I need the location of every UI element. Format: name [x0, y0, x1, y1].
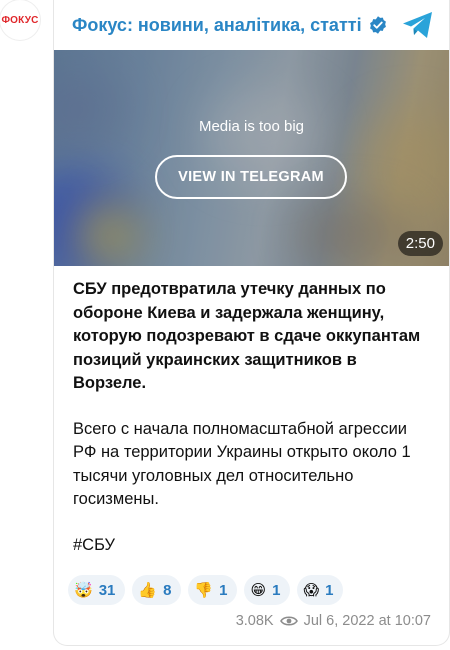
video-preview[interactable]: Media is too big VIEW IN TELEGRAM 2:50	[54, 50, 449, 266]
post-body: Всего с начала полномасштабной агрессии …	[73, 419, 411, 509]
post-hashtag[interactable]: #СБУ	[73, 534, 429, 558]
reaction-screaming-face[interactable]: 😱 1	[297, 575, 344, 605]
channel-title[interactable]: Фокус: новини, аналітика, статті	[72, 15, 388, 36]
post-text: СБУ предотвратила утечку данных по оборо…	[54, 266, 449, 557]
grinning-face-icon: 😁	[250, 580, 267, 599]
view-in-telegram-button[interactable]: VIEW IN TELEGRAM	[155, 155, 347, 199]
exploding-head-icon: 🤯	[74, 580, 93, 599]
view-count: 3.08K	[235, 613, 274, 629]
media-too-big-notice: Media is too big	[198, 118, 305, 135]
reaction-grinning-face[interactable]: 😁 1	[244, 575, 291, 605]
reaction-count: 1	[219, 581, 228, 599]
reaction-count: 1	[325, 581, 334, 599]
reactions-bar: 🤯 31 👍 8 👎 1 😁 1 😱 1	[68, 575, 344, 605]
eye-icon	[279, 615, 298, 627]
post-header: Фокус: новини, аналітика, статті	[54, 0, 449, 50]
verified-badge-icon	[368, 15, 388, 35]
avatar-logo-text: ФОКУС	[1, 14, 39, 26]
channel-name[interactable]: Фокус: новини, аналітика, статті	[72, 15, 362, 36]
thumbs-up-icon: 👍	[138, 580, 158, 599]
channel-avatar[interactable]: ФОКУС	[0, 0, 40, 40]
reaction-count: 31	[98, 581, 116, 599]
screaming-face-icon: 😱	[303, 580, 320, 599]
telegram-logo-icon[interactable]	[401, 10, 435, 40]
post-footer: 3.08K Jul 6, 2022 at 10:07	[236, 613, 431, 629]
reaction-thumbs-up[interactable]: 👍 8	[132, 575, 182, 605]
reaction-count: 1	[272, 581, 281, 599]
video-duration-badge: 2:50	[397, 231, 443, 256]
reaction-thumbs-down[interactable]: 👎 1	[188, 575, 238, 605]
reaction-exploding-head[interactable]: 🤯 31	[68, 575, 126, 605]
thumbs-down-icon: 👎	[194, 580, 214, 599]
reaction-count: 8	[163, 581, 172, 599]
post-date[interactable]: Jul 6, 2022 at 10:07	[304, 613, 431, 629]
post-card: Фокус: новини, аналітика, статті Media i…	[53, 0, 450, 646]
post-headline: СБУ предотвратила утечку данных по оборо…	[73, 280, 421, 392]
